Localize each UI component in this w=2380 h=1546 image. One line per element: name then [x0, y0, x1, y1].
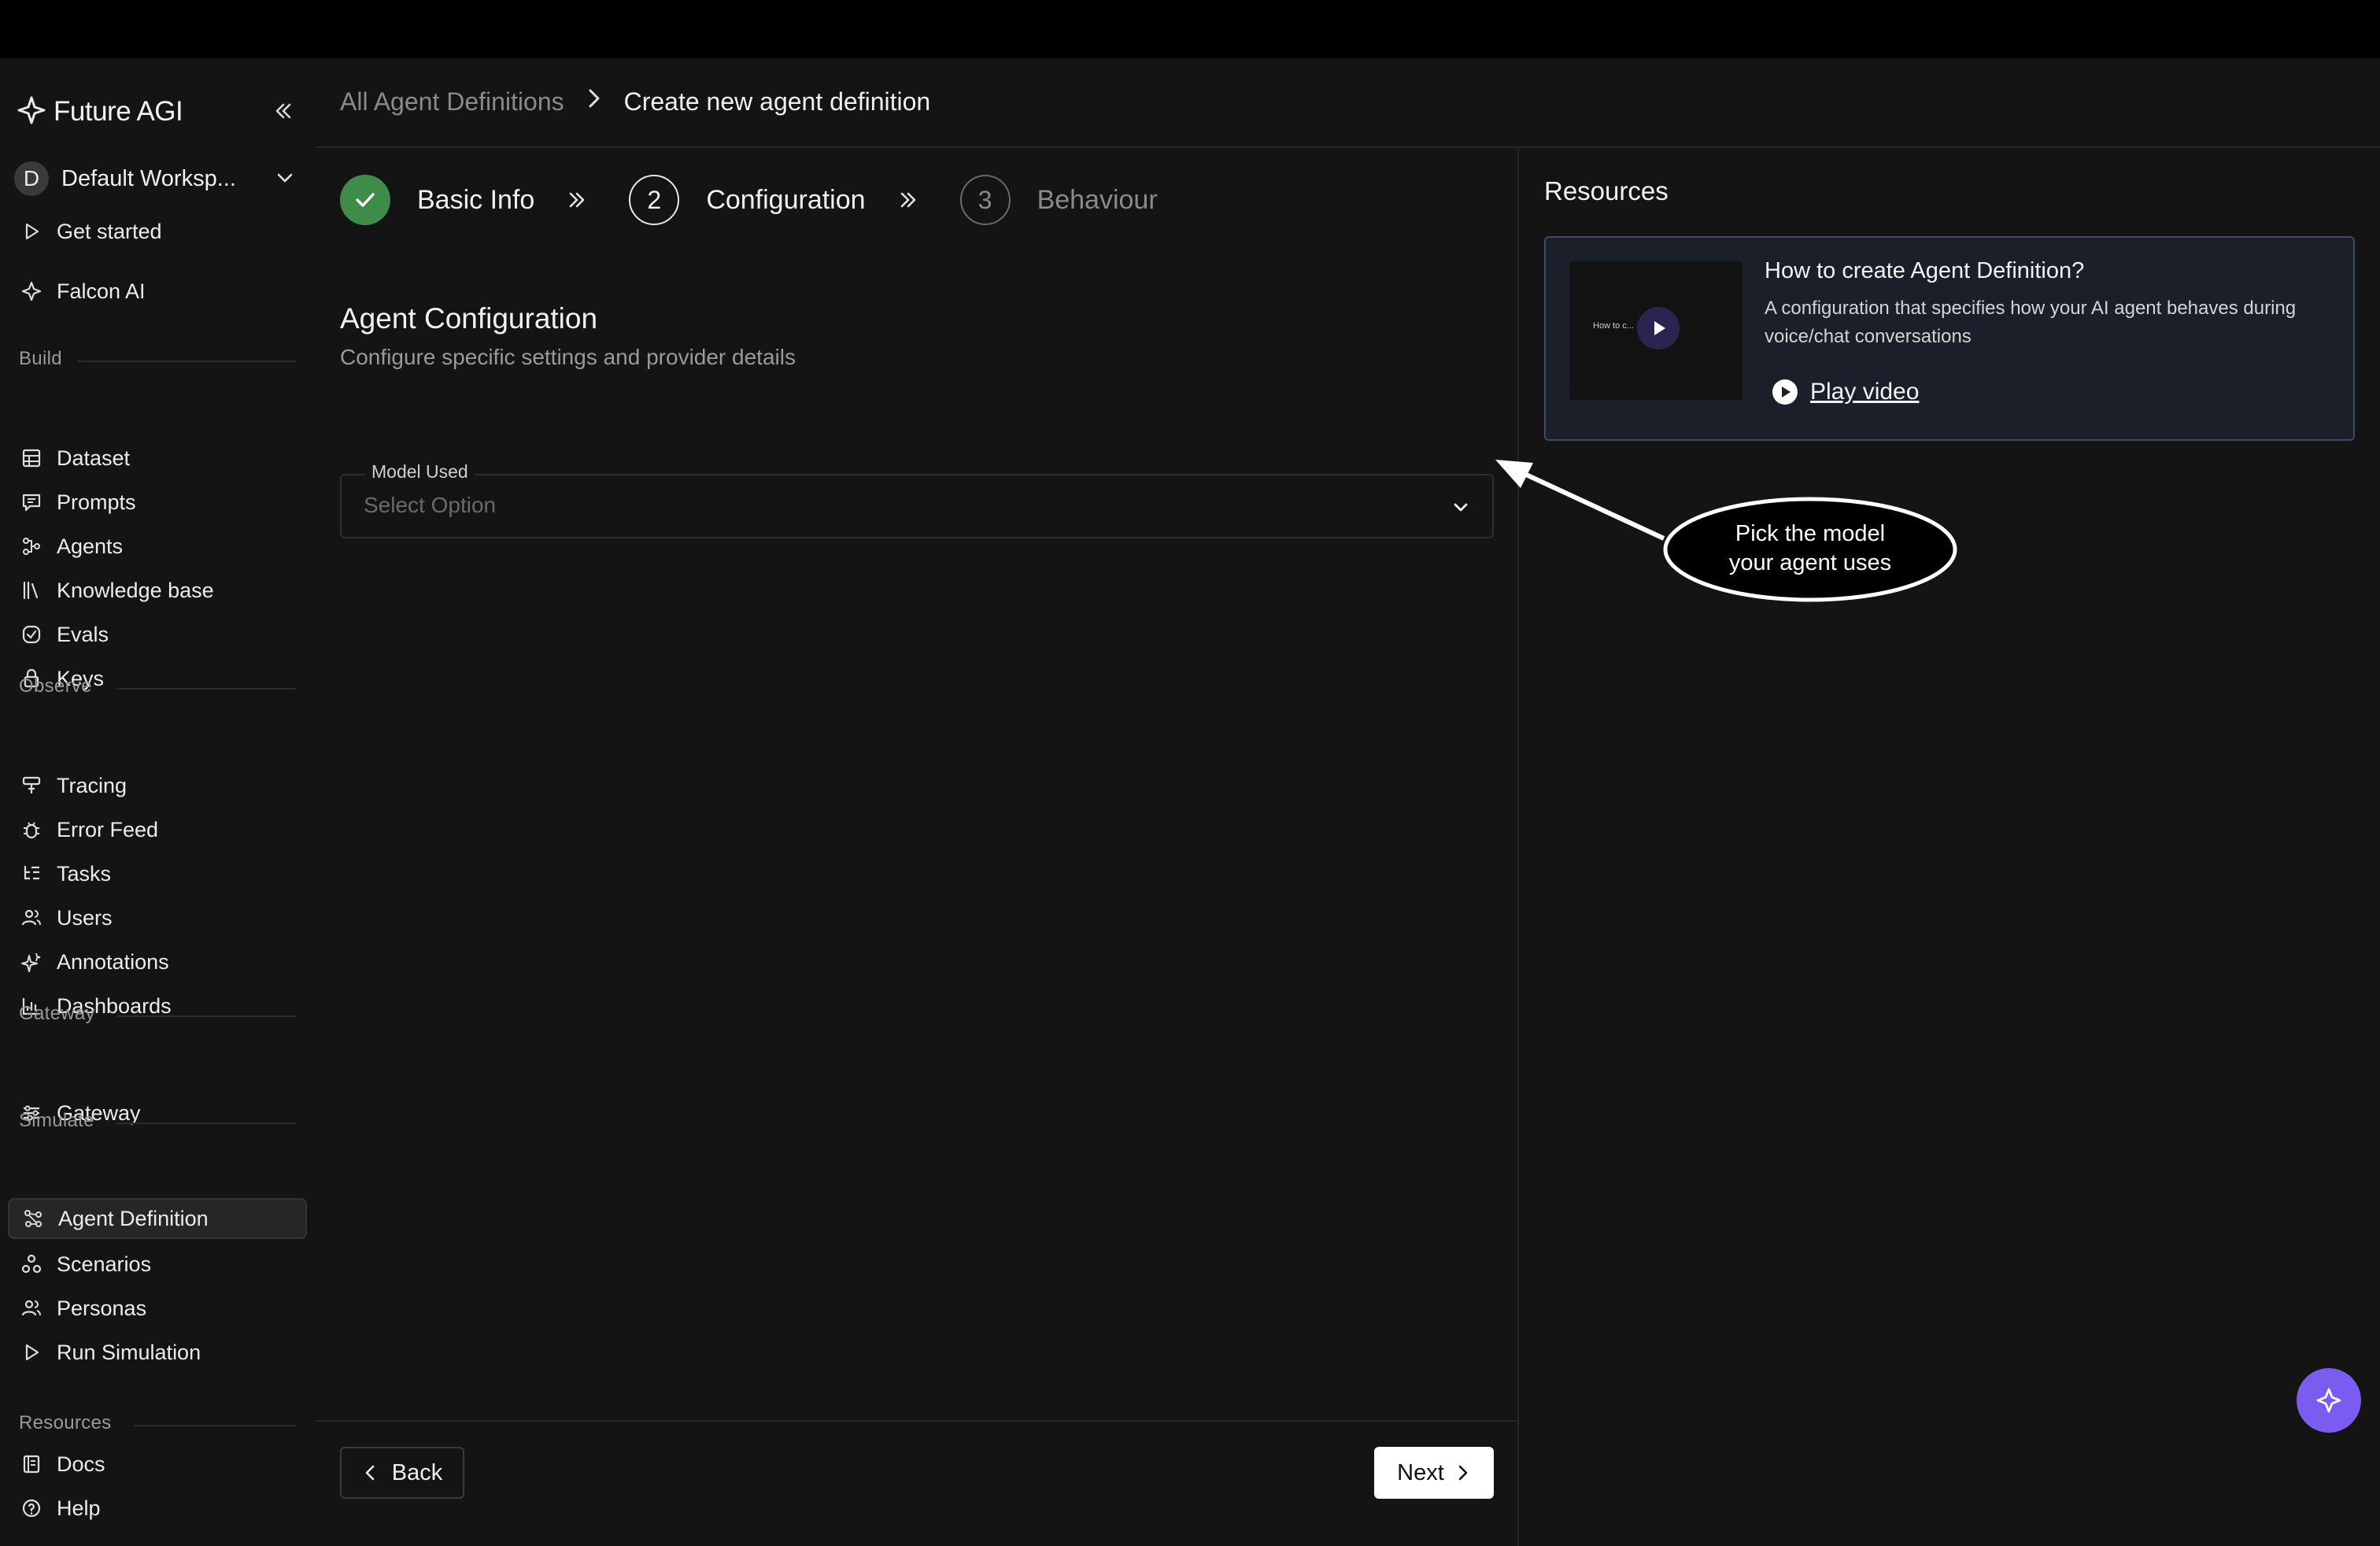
callout-text-line-2: your agent uses [1729, 550, 1891, 575]
falcon-icon [2316, 1388, 2341, 1413]
annotation-callout: Pick the model your agent uses [1495, 460, 1957, 602]
callout-arrowhead [1495, 460, 1533, 488]
app-container: Future AGI D Default Worksp... Get start… [0, 58, 2380, 1546]
callout-text-line-1: Pick the model [1735, 521, 1885, 546]
callout-arrow-line [1513, 467, 1665, 541]
assistant-fab-button[interactable] [2297, 1368, 2361, 1433]
callout-bubble [1663, 497, 1957, 602]
top-bar [0, 0, 2380, 58]
